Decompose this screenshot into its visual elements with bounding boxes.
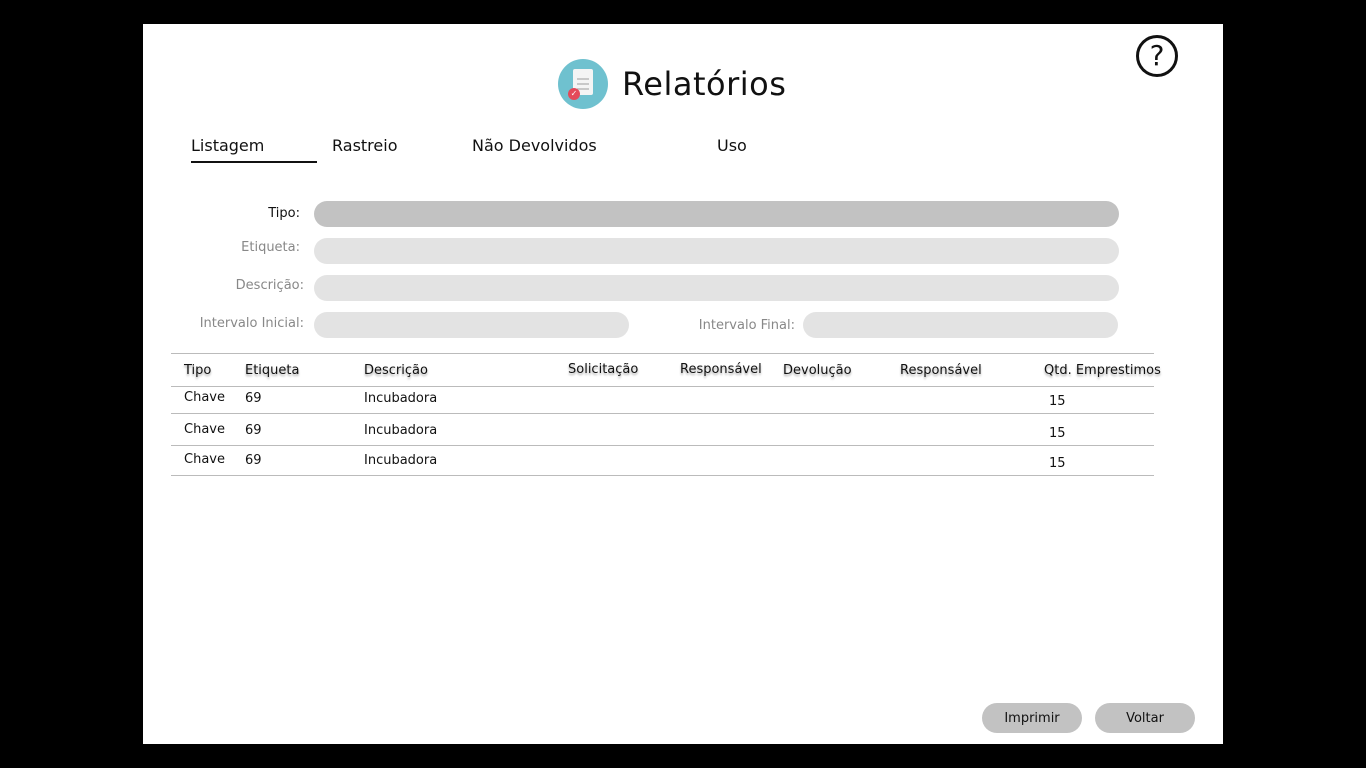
- print-button[interactable]: Imprimir: [982, 703, 1082, 733]
- report-tabs: Listagem Rastreio Não Devolvidos Uso: [191, 136, 891, 164]
- cell-descricao: Incubadora: [364, 423, 438, 438]
- intervalo-inicial-input[interactable]: [314, 312, 629, 338]
- tab-rastreio[interactable]: Rastreio: [332, 136, 397, 161]
- tab-nao-devolvidos[interactable]: Não Devolvidos: [472, 136, 597, 161]
- tab-uso[interactable]: Uso: [717, 136, 747, 161]
- back-button[interactable]: Voltar: [1095, 703, 1195, 733]
- column-header-tipo: Tipo: [184, 363, 212, 378]
- help-icon[interactable]: ?: [1136, 35, 1178, 77]
- cell-qtd-emprestimos: 15: [1049, 456, 1066, 471]
- table-divider: [171, 445, 1154, 446]
- intervalo-final-label: Intervalo Final:: [698, 318, 795, 333]
- column-header-responsavel-1: Responsável: [680, 362, 762, 377]
- column-header-etiqueta: Etiqueta: [245, 363, 300, 378]
- tipo-select[interactable]: [314, 201, 1119, 227]
- column-header-responsavel-2: Responsável: [900, 363, 982, 378]
- descricao-input[interactable]: [314, 275, 1119, 301]
- intervalo-inicial-label: Intervalo Inicial:: [199, 316, 304, 331]
- column-header-descricao: Descrição: [364, 363, 428, 378]
- table-divider: [171, 353, 1154, 354]
- tipo-label: Tipo:: [268, 206, 300, 221]
- cell-qtd-emprestimos: 15: [1049, 426, 1066, 441]
- table-divider: [171, 475, 1154, 476]
- cell-descricao: Incubadora: [364, 391, 438, 406]
- column-header-devolucao: Devolução: [783, 363, 852, 378]
- etiqueta-input[interactable]: [314, 238, 1119, 264]
- cell-qtd-emprestimos: 15: [1049, 394, 1066, 409]
- cell-tipo: Chave: [184, 390, 225, 405]
- table-divider: [171, 413, 1154, 414]
- descricao-label: Descrição:: [235, 278, 304, 293]
- table-divider: [171, 386, 1154, 387]
- cell-tipo: Chave: [184, 452, 225, 467]
- cell-descricao: Incubadora: [364, 453, 438, 468]
- column-header-qtd-emprestimos: Qtd. Emprestimos: [1044, 363, 1161, 378]
- cell-etiqueta: 69: [245, 453, 262, 468]
- column-header-solicitacao: Solicitação: [568, 362, 639, 377]
- tab-listagem[interactable]: Listagem: [191, 136, 317, 163]
- report-document-icon: ✓: [558, 59, 608, 109]
- intervalo-final-input[interactable]: [803, 312, 1118, 338]
- etiqueta-label: Etiqueta:: [241, 240, 300, 255]
- page-header: ✓ Relatórios: [558, 58, 786, 110]
- reports-panel: ? ✓ Relatórios Listagem Rastreio Não Dev…: [143, 24, 1223, 744]
- cell-etiqueta: 69: [245, 423, 262, 438]
- cell-tipo: Chave: [184, 422, 225, 437]
- page-title: Relatórios: [622, 65, 787, 103]
- cell-etiqueta: 69: [245, 391, 262, 406]
